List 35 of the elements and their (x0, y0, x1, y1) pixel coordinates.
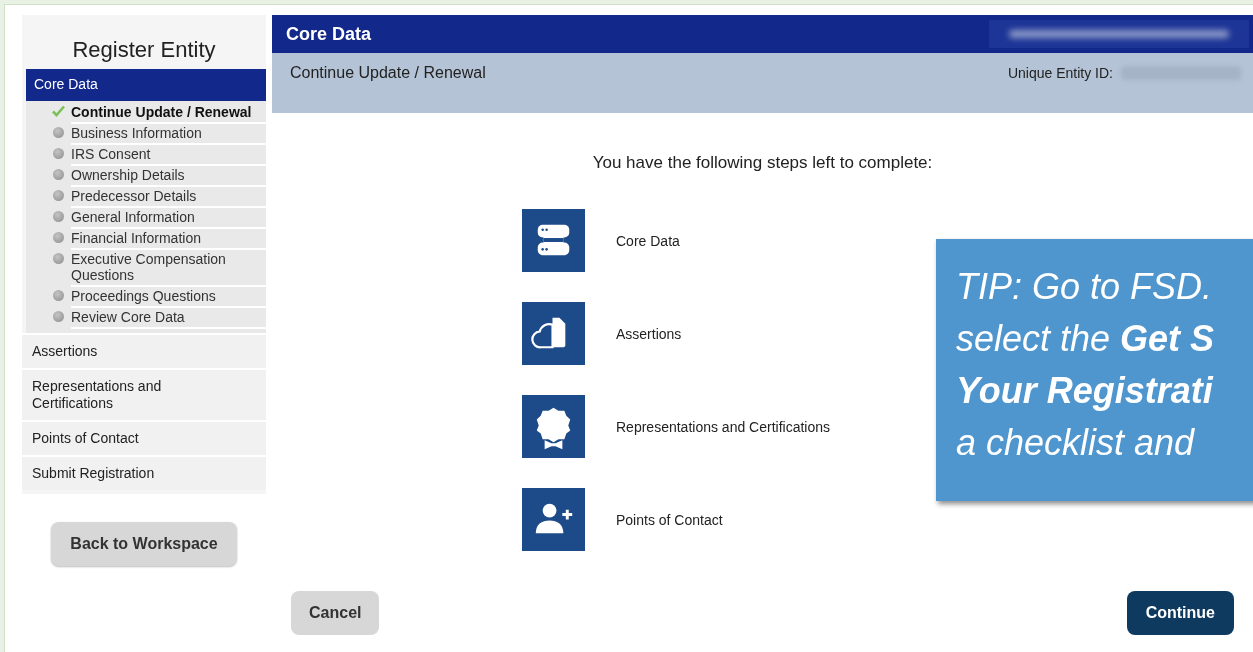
step-label: Core Data (616, 232, 680, 249)
sidebar-step[interactable]: IRS Consent (71, 145, 266, 166)
cloud-document-icon (522, 302, 585, 365)
tip-text: select the Get S (956, 317, 1216, 361)
sidebar-section[interactable]: Points of Contact (22, 420, 266, 455)
sidebar-section[interactable]: Core Data (26, 69, 266, 101)
tip-text: a checklist and (956, 421, 1196, 465)
sidebar-section[interactable]: Assertions (22, 333, 266, 368)
continue-button[interactable]: Continue (1126, 591, 1234, 635)
step-label: Assertions (616, 325, 682, 342)
page-title: Core Data (286, 23, 372, 45)
intro-text: You have the following steps left to complete: (591, 153, 934, 173)
cancel-button[interactable]: Cancel (291, 591, 380, 635)
tip-text: Your Registrati (956, 369, 1215, 413)
sidebar-step[interactable]: Predecessor Details (71, 187, 266, 208)
sidebar-step[interactable]: Review Core Data (71, 308, 266, 329)
back-to-workspace-button[interactable]: Back to Workspace (51, 522, 237, 566)
sidebar-step[interactable]: Ownership Details (71, 166, 266, 187)
server-icon (522, 209, 585, 272)
sidebar-step[interactable]: Continue Update / Renewal (71, 103, 266, 124)
sidebar-step[interactable]: Business Information (71, 124, 266, 145)
add-user-icon (522, 488, 585, 551)
award-badge-icon (522, 395, 585, 458)
entity-id-label: Unique Entity ID: (1007, 65, 1113, 81)
sidebar-step[interactable]: Proceedings Questions (71, 287, 266, 308)
sidebar-section[interactable]: Submit Registration (22, 455, 266, 490)
sidebar-section[interactable]: Representations and Certifications (22, 368, 266, 420)
sidebar-title: Register Entity (71, 36, 217, 64)
sidebar-step[interactable]: Executive Compensation Questions (71, 250, 266, 287)
page-subtitle: Continue Update / Renewal (290, 64, 486, 83)
step-label: Representations and Certifications (616, 418, 830, 435)
sidebar-step[interactable]: Financial Information (71, 229, 266, 250)
sidebar-step[interactable]: General Information (71, 208, 266, 229)
tip-text: TIP: Go to FSD. (956, 265, 1214, 309)
step-label: Points of Contact (616, 511, 723, 528)
